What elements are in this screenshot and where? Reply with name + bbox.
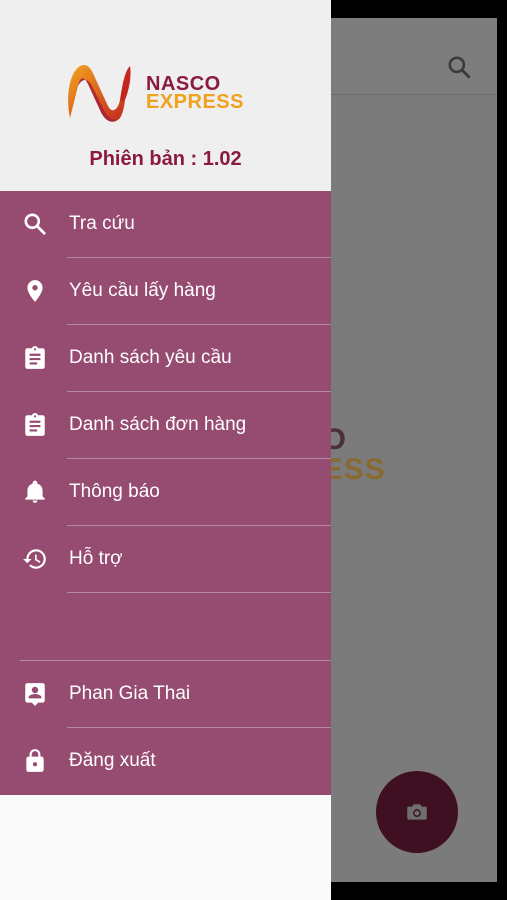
version-label: Phiên bản : 1.02 bbox=[89, 148, 242, 170]
lock-icon bbox=[26, 749, 44, 772]
menu-item-profile[interactable]: Phan Gia Thai bbox=[0, 661, 331, 728]
menu-item-thong-bao[interactable]: Thông báo bbox=[0, 459, 331, 526]
history-icon bbox=[23, 549, 46, 569]
screen: CO RESS bbox=[0, 0, 507, 900]
camera-button[interactable] bbox=[376, 771, 458, 853]
contact-icon bbox=[25, 683, 45, 706]
camera-icon bbox=[407, 804, 427, 820]
menu-item-ho-tro[interactable]: Hỗ trợ bbox=[0, 526, 331, 593]
menu-item-label: Đăng xuất bbox=[69, 750, 156, 771]
drawer-menu: Tra cứu Yêu cầu lấy hàng Danh sách yêu c… bbox=[0, 191, 331, 795]
menu-item-danh-sach-don-hang[interactable]: Danh sách đơn hàng bbox=[0, 392, 331, 459]
menu-item-dang-xuat[interactable]: Đăng xuất bbox=[0, 728, 331, 795]
menu-item-label: Thông báo bbox=[69, 481, 160, 502]
menu-item-tra-cuu[interactable]: Tra cứu bbox=[0, 191, 331, 258]
clipboard-icon bbox=[25, 346, 45, 369]
search-icon bbox=[24, 213, 46, 235]
menu-item-label: Phan Gia Thai bbox=[69, 683, 191, 704]
menu-item-label: Hỗ trợ bbox=[69, 548, 123, 569]
drawer-header: NASCO EXPRESS Phiên bản : 1.02 bbox=[0, 0, 331, 191]
menu-item-label: Danh sách yêu cầu bbox=[69, 347, 232, 368]
search-icon[interactable] bbox=[446, 54, 472, 80]
bell-icon bbox=[25, 480, 45, 503]
navigation-drawer: NASCO EXPRESS Phiên bản : 1.02 Tra cứu Y… bbox=[0, 0, 331, 900]
logo-text-express: EXPRESS bbox=[146, 91, 244, 113]
menu-item-yeu-cau-lay-hang[interactable]: Yêu cầu lấy hàng bbox=[0, 258, 331, 325]
menu-item-label: Yêu cầu lấy hàng bbox=[69, 280, 216, 301]
location-pin-icon bbox=[27, 280, 43, 302]
clipboard-icon bbox=[25, 413, 45, 436]
menu-item-danh-sach-yeu-cau[interactable]: Danh sách yêu cầu bbox=[0, 325, 331, 392]
menu-divider bbox=[67, 592, 331, 593]
menu-item-label: Tra cứu bbox=[69, 213, 135, 234]
menu-item-label: Danh sách đơn hàng bbox=[69, 414, 247, 435]
nasco-logo-icon bbox=[68, 64, 131, 122]
